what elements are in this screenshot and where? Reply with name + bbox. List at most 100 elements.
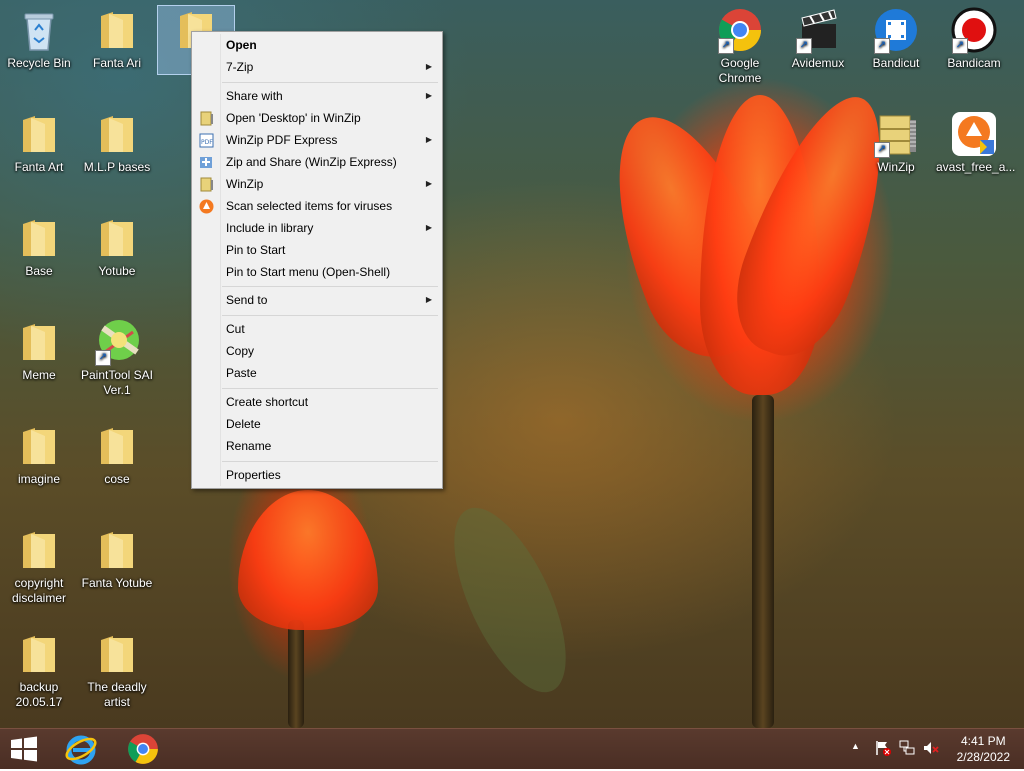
wallpaper-leaf: [431, 492, 589, 708]
icon-label: Bandicut: [872, 56, 920, 70]
recycle-bin-icon: [24, 13, 54, 51]
taskbar-clock[interactable]: 4:41 PM 2/28/2022: [957, 733, 1010, 765]
volume-muted-icon[interactable]: [922, 739, 940, 757]
taskbar-internet-explorer[interactable]: [64, 732, 98, 766]
menu-item-delete[interactable]: Delete: [194, 413, 440, 435]
folder-icon: [23, 324, 55, 360]
menu-item-send-to[interactable]: Send to ▶: [194, 289, 440, 311]
icon-label: The deadly artist: [87, 680, 147, 709]
shortcut-arrow-icon: ↗: [718, 38, 734, 54]
menu-separator: [222, 286, 438, 287]
start-button[interactable]: [8, 735, 40, 763]
menu-item-open-in-winzip[interactable]: Open 'Desktop' in WinZip: [194, 107, 440, 129]
desktop[interactable]: Recycle Bin Fanta Ari a Fanta Art M.L.P …: [0, 0, 1024, 728]
submenu-arrow-icon: ▶: [425, 91, 432, 100]
menu-item-label: Delete: [226, 417, 261, 431]
menu-item-label: Rename: [226, 439, 272, 453]
menu-item-rename[interactable]: Rename: [194, 435, 440, 457]
winzip-small-icon: [200, 177, 213, 192]
clock-time: 4:41 PM: [960, 734, 1006, 748]
desktop-icon-backup[interactable]: backup 20.05.17: [1, 630, 77, 710]
icon-label: Base: [25, 264, 53, 278]
folder-icon: [101, 428, 133, 464]
folder-icon: [101, 636, 133, 672]
menu-item-label: Open: [226, 38, 257, 52]
menu-item-7zip[interactable]: 7-Zip ▶: [194, 56, 440, 78]
menu-item-label: Scan selected items for viruses: [226, 199, 393, 213]
desktop-icon-base[interactable]: Base: [1, 214, 77, 279]
taskbar-chrome[interactable]: [126, 732, 160, 766]
desktop-icon-meme[interactable]: Meme: [1, 318, 77, 383]
action-center-flag-icon[interactable]: [874, 739, 892, 757]
menu-item-winzip-pdf-express[interactable]: PDF WinZip PDF Express ▶: [194, 129, 440, 151]
submenu-arrow-icon: ▶: [425, 135, 432, 144]
menu-item-pin-to-start[interactable]: Pin to Start: [194, 239, 440, 261]
folder-icon: [23, 220, 55, 256]
folder-icon: [101, 532, 133, 568]
menu-item-cut[interactable]: Cut: [194, 318, 440, 340]
menu-item-label: Pin to Start: [226, 243, 286, 257]
menu-item-winzip[interactable]: WinZip ▶: [194, 173, 440, 195]
menu-item-label: Send to: [226, 293, 268, 307]
desktop-icon-cose[interactable]: cose: [79, 422, 155, 487]
menu-item-copy[interactable]: Copy: [194, 340, 440, 362]
desktop-icon-bandicam[interactable]: ↗ Bandicam: [936, 6, 1012, 71]
icon-label: WinZip: [877, 160, 915, 174]
menu-item-zip-and-share[interactable]: Zip and Share (WinZip Express): [194, 151, 440, 173]
menu-item-label: Pin to Start menu (Open-Shell): [226, 265, 391, 279]
icon-label: Recycle Bin: [7, 56, 71, 70]
desktop-icon-fanta-yotube[interactable]: Fanta Yotube: [79, 526, 155, 591]
context-menu: Open 7-Zip ▶ Share with ▶ Open 'Desktop'…: [191, 31, 443, 489]
desktop-icon-deadly-artist[interactable]: The deadly artist: [79, 630, 155, 710]
chrome-icon: [128, 734, 158, 764]
menu-item-label: Properties: [226, 468, 281, 482]
desktop-icon-winzip[interactable]: ↗ WinZip: [858, 110, 934, 175]
icon-label: PaintTool SAI Ver.1: [80, 368, 154, 397]
submenu-arrow-icon: ▶: [425, 62, 432, 71]
desktop-icon-fanta-art[interactable]: Fanta Art: [1, 110, 77, 175]
desktop-icon-yotube[interactable]: Yotube: [79, 214, 155, 279]
folder-icon: [23, 636, 55, 672]
winzip-small-icon: [200, 111, 213, 126]
desktop-icon-painttool-sai[interactable]: ↗ PaintTool SAI Ver.1: [79, 318, 155, 398]
menu-item-label: Paste: [226, 366, 257, 380]
shortcut-arrow-icon: ↗: [874, 38, 890, 54]
desktop-icon-avidemux[interactable]: ↗ Avidemux: [780, 6, 856, 71]
shortcut-arrow-icon: ↗: [874, 142, 890, 158]
desktop-icon-fanta-ari[interactable]: Fanta Ari: [79, 6, 155, 71]
menu-item-scan-viruses[interactable]: Scan selected items for viruses: [194, 195, 440, 217]
menu-item-label: Open 'Desktop' in WinZip: [226, 111, 361, 125]
menu-item-create-shortcut[interactable]: Create shortcut: [194, 391, 440, 413]
desktop-icon-bandicut[interactable]: ↗ Bandicut: [858, 6, 934, 71]
menu-item-properties[interactable]: Properties: [194, 464, 440, 486]
svg-text:PDF: PDF: [201, 139, 213, 146]
network-icon[interactable]: [898, 739, 916, 757]
icon-label: Meme: [22, 368, 56, 382]
folder-icon: [23, 428, 55, 464]
menu-item-share-with[interactable]: Share with ▶: [194, 85, 440, 107]
icon-label: backup 20.05.17: [15, 680, 63, 709]
menu-item-label: Create shortcut: [226, 395, 309, 409]
folder-icon: [23, 532, 55, 568]
menu-item-label: WinZip PDF Express: [226, 133, 338, 147]
show-hidden-icons-button[interactable]: ▲: [851, 741, 860, 751]
desktop-icon-mlp-bases[interactable]: M.L.P bases: [79, 110, 155, 175]
icon-label: Fanta Yotube: [81, 576, 153, 590]
menu-item-label: 7-Zip: [226, 60, 254, 74]
desktop-icon-copyright-disclaimer[interactable]: copyright disclaimer: [1, 526, 77, 606]
desktop-icon-avast[interactable]: avast_free_a...: [936, 110, 1016, 175]
menu-item-include-in-library[interactable]: Include in library ▶: [194, 217, 440, 239]
menu-item-open[interactable]: Open: [194, 34, 440, 56]
icon-label: avast_free_a...: [936, 160, 1016, 174]
menu-item-label: Cut: [226, 322, 245, 336]
desktop-icon-imagine[interactable]: imagine: [1, 422, 77, 487]
desktop-icon-recycle-bin[interactable]: Recycle Bin: [1, 6, 77, 71]
avast-icon: [952, 112, 996, 156]
menu-item-pin-to-start-menu[interactable]: Pin to Start menu (Open-Shell): [194, 261, 440, 283]
menu-item-label: Include in library: [226, 221, 314, 235]
menu-item-paste[interactable]: Paste: [194, 362, 440, 384]
icon-label: copyright disclaimer: [11, 576, 66, 605]
desktop-icon-google-chrome[interactable]: ↗ Google Chrome: [702, 6, 778, 86]
menu-item-label: WinZip: [226, 177, 264, 191]
wallpaper-stem-small: [288, 620, 304, 728]
